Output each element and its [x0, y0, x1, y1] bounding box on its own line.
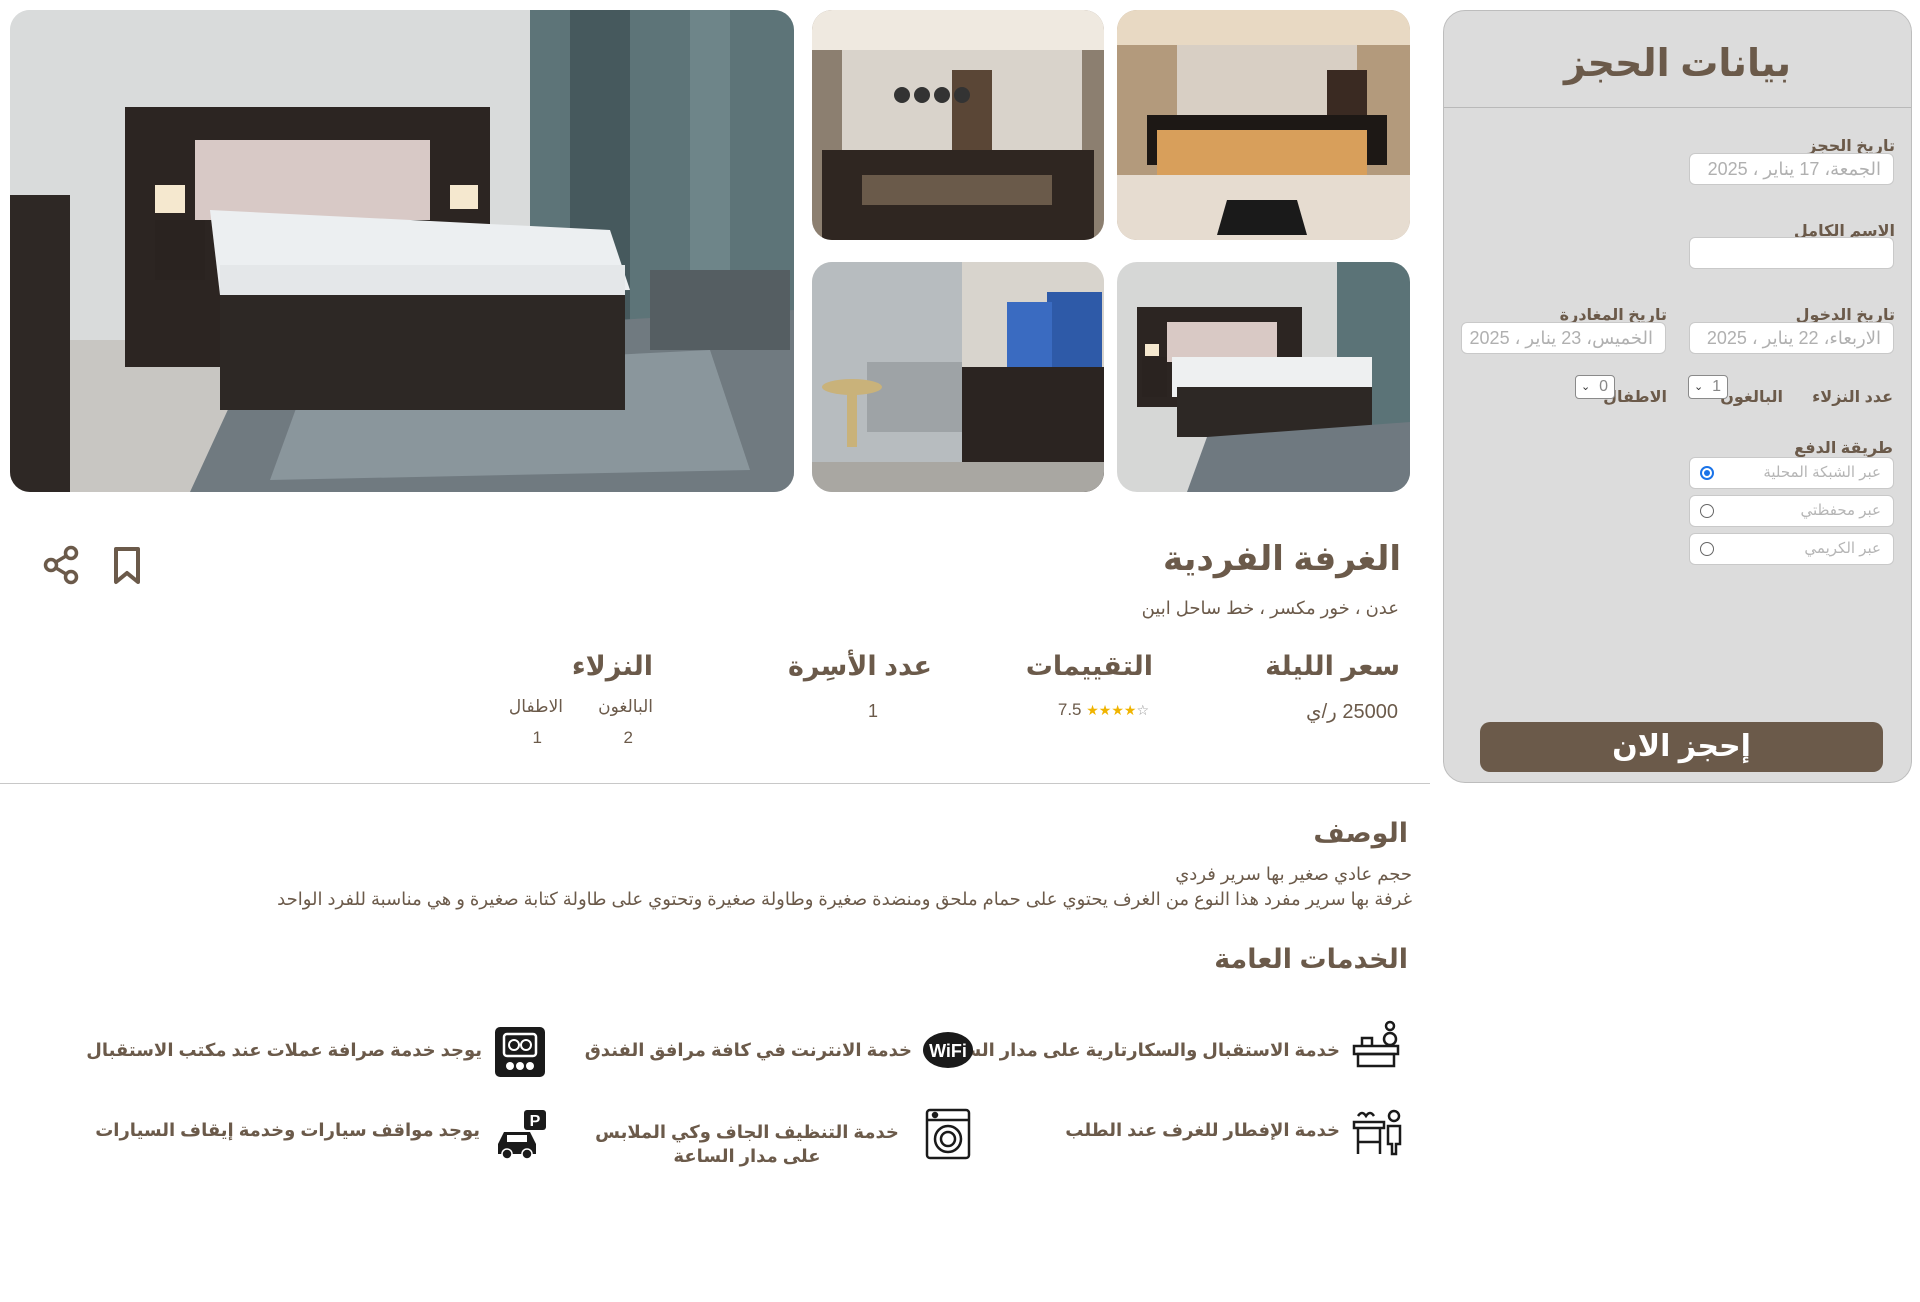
payment-option-wallet[interactable]: عبر محفظتي: [1689, 495, 1894, 527]
checkin-field[interactable]: الاربعاء، 22 يناير ، 2025: [1689, 322, 1894, 354]
panel-divider: [1444, 107, 1911, 108]
radio-selected[interactable]: [1700, 466, 1714, 480]
bookmark-icon[interactable]: [110, 546, 144, 586]
booking-panel-title: بيانات الحجز: [1563, 43, 1792, 85]
service-internet: خدمة الانترنت في كافة مرافق الفندق: [584, 1040, 912, 1060]
book-now-button[interactable]: إحجز الان: [1480, 722, 1883, 772]
description-line-1: حجم عادي صغير بها سرير فردي: [1175, 864, 1412, 884]
chevron-down-icon: ⌄: [1581, 381, 1591, 393]
chevron-down-icon: ⌄: [1694, 381, 1704, 393]
adults-label: البالغون: [1720, 389, 1783, 406]
beds-value: 1: [867, 701, 878, 721]
bedroom-main-photo[interactable]: [10, 10, 794, 492]
reception-desk-icon: [1348, 1020, 1404, 1070]
description-heading: الوصف: [1313, 818, 1408, 848]
price-value: 25000 ر/ي: [1305, 701, 1398, 723]
children-label: الاطفال: [508, 697, 563, 716]
bedroom-photo-2[interactable]: [1117, 262, 1410, 492]
booking-date-field[interactable]: الجمعة، 17 يناير ، 2025: [1689, 153, 1894, 185]
section-divider: [0, 783, 1430, 784]
star-rating-icon: ★★★★☆: [1086, 702, 1149, 718]
radio-unselected[interactable]: [1700, 542, 1714, 556]
currency-exchange-icon: [494, 1026, 546, 1078]
washing-machine-icon: [925, 1108, 971, 1160]
rating-value: 7.5: [1057, 700, 1082, 719]
lounge-photo[interactable]: [812, 262, 1104, 492]
service-reception: خدمة الاستقبال والسكارتارية على مدار الس…: [933, 1040, 1340, 1060]
adults-value: 2: [623, 728, 633, 747]
children-select[interactable]: 0 ⌄: [1575, 375, 1615, 399]
price-label: سعر الليلة: [1265, 651, 1400, 681]
payment-option-label: عبر محفظتي: [1800, 502, 1881, 519]
checkout-field[interactable]: الخميس، 23 يناير ، 2025: [1461, 322, 1666, 354]
service-parking: يوجد مواقف سيارات وخدمة إيقاف السيارات: [95, 1120, 480, 1140]
payment-option-label: عبر الشبكة المحلية: [1763, 464, 1881, 481]
service-currency-exchange: يوجد خدمة صرافة عملات عند مكتب الاستقبال: [86, 1040, 482, 1060]
full-name-field[interactable]: [1689, 237, 1894, 269]
booking-panel: بيانات الحجز تاريخ الحجز الجمعة، 17 يناي…: [1443, 10, 1912, 783]
payment-option-label: عبر الكريمي: [1804, 540, 1881, 557]
payment-option-kuraimi[interactable]: عبر الكريمي: [1689, 533, 1894, 565]
guests-label: النزلاء: [571, 651, 653, 681]
service-dry-cleaning: خدمة التنظيف الجاف وكي الملابس على مدار …: [582, 1120, 912, 1168]
reception-photo-2[interactable]: [1117, 10, 1410, 240]
reception-photo-1[interactable]: [812, 10, 1104, 240]
adults-select[interactable]: 1 ⌄: [1688, 375, 1728, 399]
adults-label: البالغون: [598, 697, 653, 716]
service-dry-cleaning-label: خدمة التنظيف الجاف وكي الملابس على مدار …: [595, 1122, 899, 1166]
guests-count-label: عدد النزلاء: [1812, 389, 1893, 406]
wifi-icon: WiFi: [922, 1030, 974, 1070]
room-title: الغرفة الفردية: [1163, 540, 1401, 578]
ratings-label: التقييمات: [1025, 651, 1153, 681]
rating-display: 7.5 ★★★★☆: [1058, 700, 1149, 720]
share-icon[interactable]: [42, 545, 82, 585]
children-select-value: 0: [1599, 378, 1608, 395]
payment-method-label: طريقة الدفع: [1794, 440, 1893, 457]
children-value: 1: [532, 728, 542, 747]
beds-label: عدد الأسِرة: [787, 651, 932, 681]
radio-unselected[interactable]: [1700, 504, 1714, 518]
service-breakfast: خدمة الإفطار للغرف عند الطلب: [1065, 1120, 1340, 1140]
services-heading: الخدمات العامة: [1214, 944, 1408, 974]
svg-text:WiFi: WiFi: [929, 1041, 967, 1061]
room-location: عدن ، خور مكسر ، خط ساحل ابين: [1141, 598, 1399, 618]
payment-option-local-network[interactable]: عبر الشبكة المحلية: [1689, 457, 1894, 489]
svg-text:P: P: [530, 1113, 541, 1130]
room-service-icon: [1350, 1106, 1406, 1158]
description-line-2: غرفة بها سرير مفرد هذا النوع من الغرف يح…: [277, 889, 1412, 909]
adults-select-value: 1: [1712, 378, 1721, 395]
parking-icon: P: [494, 1108, 548, 1160]
